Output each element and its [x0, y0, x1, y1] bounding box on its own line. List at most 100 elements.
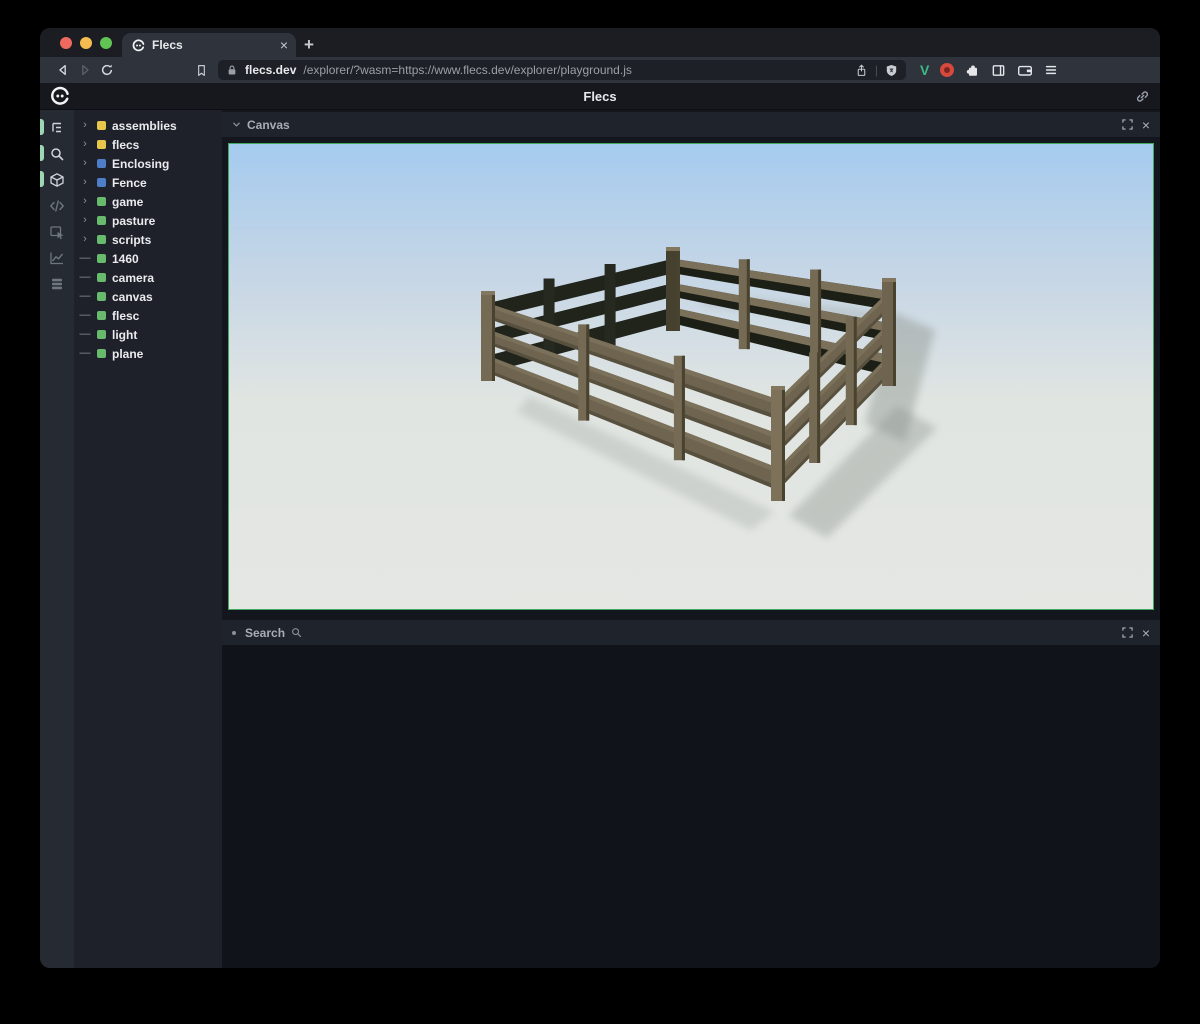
tab-close-icon[interactable]: × [280, 38, 288, 52]
tree-item-plane[interactable]: — plane [79, 344, 222, 363]
tree-item-fence[interactable]: › Fence [79, 173, 222, 192]
active-indicator [40, 171, 44, 187]
lock-icon [226, 64, 238, 76]
canvas-panel-title: Canvas [247, 118, 290, 132]
tree-item-assemblies[interactable]: › assemblies [79, 116, 222, 135]
entity-label[interactable]: game [112, 195, 143, 209]
close-window-button[interactable] [60, 37, 72, 49]
tree-item-scripts[interactable]: › scripts [79, 230, 222, 249]
entity-label[interactable]: Enclosing [112, 157, 169, 171]
puzzle-extensions-icon[interactable] [965, 63, 980, 78]
reload-button[interactable] [96, 59, 118, 81]
tree-item-flecs[interactable]: › flecs [79, 135, 222, 154]
brave-shield-icon[interactable] [885, 64, 898, 77]
expand-chevron-icon[interactable]: › [79, 158, 91, 169]
canvas-panel-header[interactable]: Canvas × [222, 112, 1160, 137]
tab-title: Flecs [152, 38, 273, 52]
back-icon [56, 63, 70, 77]
tree-item-enclosing[interactable]: › Enclosing [79, 154, 222, 173]
reload-icon [100, 63, 114, 77]
expand-chevron-icon[interactable]: › [79, 177, 91, 188]
zoom-window-button[interactable] [100, 37, 112, 49]
cube-3d-icon [49, 172, 65, 188]
entity-label[interactable]: plane [112, 347, 143, 361]
entity-label[interactable]: assemblies [112, 119, 177, 133]
fullscreen-icon[interactable] [1122, 627, 1133, 638]
tree-item-light[interactable]: — light [79, 325, 222, 344]
sidebar-icon[interactable] [991, 63, 1006, 78]
app-body: › assemblies › flecs › Enclosing › Fence › ga… [40, 110, 1160, 968]
fullscreen-icon[interactable] [1122, 119, 1133, 130]
expand-chevron-icon[interactable]: › [79, 196, 91, 207]
rail-statistics-button[interactable] [40, 247, 74, 268]
chevron-down-icon[interactable] [232, 120, 241, 129]
collapsed-marker-icon[interactable] [232, 631, 236, 635]
canvas-3d-viewport[interactable] [228, 143, 1154, 610]
tree-item-pasture[interactable]: › pasture [79, 211, 222, 230]
rail-search-button[interactable] [40, 143, 74, 164]
minimize-window-button[interactable] [80, 37, 92, 49]
share-link-icon[interactable] [1135, 89, 1150, 104]
entity-label[interactable]: scripts [112, 233, 151, 247]
tab-strip: Flecs × + [40, 28, 1160, 57]
entity-kind-square [97, 235, 106, 244]
rail-tables-button[interactable] [40, 273, 74, 294]
rail-script-button[interactable] [40, 195, 74, 216]
url-bar[interactable]: flecs.dev /explorer/?wasm=https://www.fl… [218, 60, 906, 80]
vue-devtools-icon[interactable]: V [920, 62, 929, 78]
bookmark-button[interactable] [190, 59, 212, 81]
entity-label[interactable]: pasture [112, 214, 155, 228]
share-icon[interactable] [855, 64, 868, 77]
entity-kind-square [97, 197, 106, 206]
leaf-dash-icon: — [79, 329, 91, 340]
entity-label[interactable]: canvas [112, 290, 153, 304]
tree-item-1460[interactable]: —1460 [79, 249, 222, 268]
close-icon[interactable]: × [1142, 118, 1150, 132]
expand-chevron-icon[interactable]: › [79, 139, 91, 150]
wallet-icon[interactable] [1017, 63, 1033, 78]
search-panel-header[interactable]: Search × [222, 620, 1160, 645]
code-icon [49, 198, 65, 214]
rail-canvas-button[interactable] [40, 169, 74, 190]
tree-item-camera[interactable]: —camera [79, 268, 222, 287]
entity-label[interactable]: Fence [112, 176, 147, 190]
entity-kind-square [97, 140, 106, 149]
rail-inspector-button[interactable] [40, 221, 74, 242]
close-icon[interactable]: × [1142, 626, 1150, 640]
line-chart-icon [49, 250, 65, 266]
toolbar-extensions: V [920, 62, 1058, 78]
leaf-dash-icon: — [79, 348, 91, 359]
browser-tab[interactable]: Flecs × [122, 33, 296, 57]
extension-red-icon[interactable] [940, 63, 954, 77]
expand-chevron-icon[interactable]: › [79, 215, 91, 226]
rail-entity-tree-button[interactable] [40, 117, 74, 138]
fence-scene [229, 144, 1153, 609]
entity-kind-square [97, 254, 106, 263]
back-button[interactable] [52, 59, 74, 81]
leaf-dash-icon: — [79, 291, 91, 302]
tree-item-game[interactable]: › game [79, 192, 222, 211]
entity-label[interactable]: 1460 [112, 252, 139, 266]
entity-kind-square [97, 178, 106, 187]
expand-chevron-icon[interactable]: › [79, 234, 91, 245]
entity-kind-square [97, 273, 106, 282]
entity-label[interactable]: light [112, 328, 137, 342]
entity-kind-square [97, 349, 106, 358]
entity-kind-square [97, 159, 106, 168]
entity-kind-square [97, 330, 106, 339]
entity-tree-icon [49, 120, 65, 136]
active-indicator [40, 145, 44, 161]
tree-item-canvas[interactable]: — canvas [79, 287, 222, 306]
url-path: /explorer/?wasm=https://www.flecs.dev/ex… [303, 63, 848, 77]
tree-item-flesc[interactable]: —flesc [79, 306, 222, 325]
entity-kind-square [97, 121, 106, 130]
expand-chevron-icon[interactable]: › [79, 120, 91, 131]
page-title: Flecs [40, 89, 1160, 104]
entity-label[interactable]: flesc [112, 309, 139, 323]
entity-label[interactable]: flecs [112, 138, 139, 152]
active-indicator [40, 119, 44, 135]
new-tab-button[interactable]: + [296, 33, 322, 57]
entity-label[interactable]: camera [112, 271, 154, 285]
menu-icon[interactable] [1044, 63, 1058, 77]
forward-button[interactable] [74, 59, 96, 81]
